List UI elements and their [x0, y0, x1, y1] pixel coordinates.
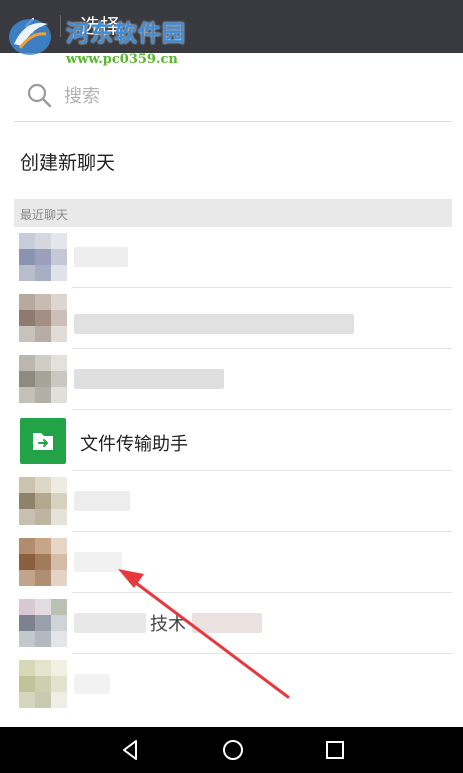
list-item[interactable] — [14, 349, 452, 410]
search-icon — [27, 83, 52, 108]
folder-arrow-icon — [33, 433, 53, 450]
contact-name — [74, 674, 110, 694]
contact-name — [74, 314, 354, 334]
contact-name — [74, 247, 128, 267]
system-nav-bar — [0, 727, 463, 773]
recent-chats-list: 文件传输助手 技术 — [14, 227, 452, 727]
list-item[interactable] — [14, 227, 452, 288]
search-input[interactable] — [62, 80, 426, 112]
avatar — [19, 294, 67, 342]
nav-recents-icon[interactable] — [322, 737, 348, 763]
title-bar: 选择 — [0, 0, 463, 53]
avatar — [19, 355, 67, 403]
create-new-chat-label: 创建新聊天 — [20, 152, 116, 174]
avatar — [19, 660, 67, 708]
recent-chats-header: 最近聊天 — [14, 199, 452, 227]
avatar — [19, 233, 67, 281]
contact-name: 技术 — [150, 614, 186, 635]
contact-name — [74, 491, 130, 511]
file-transfer-name: 文件传输助手 — [80, 434, 188, 455]
avatar — [19, 599, 67, 647]
avatar — [19, 477, 67, 525]
watermark-url: www.pc0359.cn — [66, 52, 178, 67]
list-item[interactable] — [14, 654, 452, 715]
page-title: 选择 — [80, 14, 120, 38]
contact-name-blur-2 — [192, 613, 262, 633]
list-item[interactable] — [14, 471, 452, 532]
list-item[interactable] — [14, 532, 452, 593]
recent-chats-header-label: 最近聊天 — [20, 208, 69, 222]
contact-name — [74, 369, 224, 389]
list-item-file-transfer[interactable]: 文件传输助手 — [14, 410, 452, 471]
list-item[interactable] — [14, 288, 452, 349]
back-arrow-icon[interactable] — [22, 14, 46, 38]
nav-back-icon[interactable] — [118, 737, 144, 763]
list-item[interactable]: 技术 — [14, 593, 452, 654]
contact-name — [74, 552, 122, 572]
avatar — [19, 538, 67, 586]
search-bar — [14, 68, 452, 122]
create-new-chat-item[interactable]: 创建新聊天 — [0, 124, 463, 198]
nav-home-icon[interactable] — [220, 737, 246, 763]
file-transfer-avatar — [20, 418, 66, 464]
contact-name-blur — [74, 613, 146, 633]
title-divider — [60, 15, 61, 37]
